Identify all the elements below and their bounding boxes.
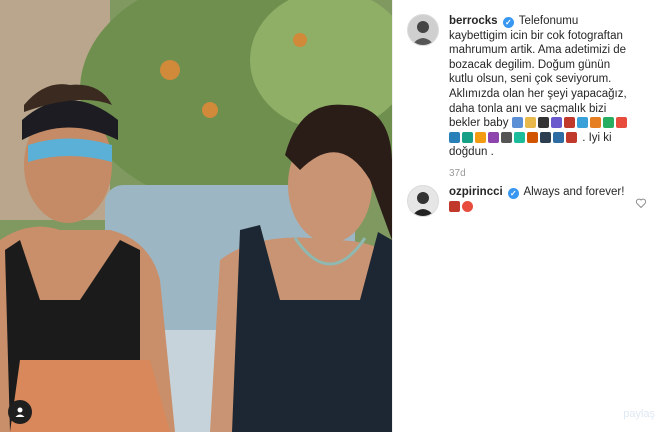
post-timestamp[interactable]: 37d bbox=[449, 168, 637, 179]
heart-outline-icon[interactable] bbox=[635, 197, 647, 209]
bag-emoji-icon-2 bbox=[488, 131, 499, 143]
post-photo[interactable] bbox=[0, 0, 392, 432]
avatar[interactable] bbox=[407, 14, 439, 46]
heart-exclamation-emoji-icon bbox=[462, 200, 473, 212]
bouquet-emoji-icon bbox=[449, 200, 460, 212]
watermark: paylaş bbox=[623, 408, 655, 420]
lizard-emoji-icon bbox=[462, 131, 473, 143]
caption-body: Telefonumu kaybettigim icin bir cok foto… bbox=[449, 15, 627, 130]
tiger-emoji-icon bbox=[589, 117, 601, 129]
water-emoji-icon bbox=[514, 131, 525, 143]
user-tag-icon bbox=[15, 407, 25, 417]
airplane-emoji-icon bbox=[511, 117, 523, 129]
comments-panel: berrocks ✓ Telefonumu kaybettigim icin b… bbox=[392, 0, 660, 432]
caption-username[interactable]: berrocks bbox=[449, 15, 498, 27]
bag-emoji-icon bbox=[537, 117, 549, 129]
photo-illustration bbox=[0, 0, 392, 432]
nazar-emoji-icon bbox=[553, 131, 564, 143]
champagne-emoji-icon bbox=[524, 117, 536, 129]
comment-item: ozpirincci ✓ Always and forever! bbox=[407, 185, 647, 217]
person-emoji-icon bbox=[563, 117, 575, 129]
caption-comment: berrocks ✓ Telefonumu kaybettigim icin b… bbox=[407, 14, 637, 179]
clapper-emoji-icon bbox=[501, 131, 512, 143]
verified-badge-icon: ✓ bbox=[507, 188, 519, 199]
comment-body: Always and forever! bbox=[523, 186, 625, 198]
lips-emoji-icon bbox=[566, 131, 577, 143]
comment-text-block: ozpirincci ✓ Always and forever! bbox=[449, 185, 637, 214]
tree-emoji-icon bbox=[602, 117, 614, 129]
sun-emoji-icon bbox=[475, 131, 486, 143]
commenter-avatar[interactable] bbox=[407, 185, 439, 217]
virus-emoji-icon bbox=[540, 131, 551, 143]
wave-emoji-icon bbox=[576, 117, 588, 129]
rainbow-emoji-icon bbox=[615, 117, 627, 129]
user-tag-button[interactable] bbox=[8, 400, 32, 424]
picture-emoji-icon bbox=[550, 117, 562, 129]
verified-badge-icon: ✓ bbox=[502, 17, 514, 28]
boot-emoji-icon bbox=[527, 131, 538, 143]
avatar-image bbox=[408, 186, 438, 216]
avatar-image bbox=[408, 15, 438, 45]
comment-username[interactable]: ozpirincci bbox=[449, 186, 503, 198]
caption-text-block: berrocks ✓ Telefonumu kaybettigim icin b… bbox=[449, 14, 637, 160]
diving-mask-emoji-icon bbox=[449, 131, 460, 143]
